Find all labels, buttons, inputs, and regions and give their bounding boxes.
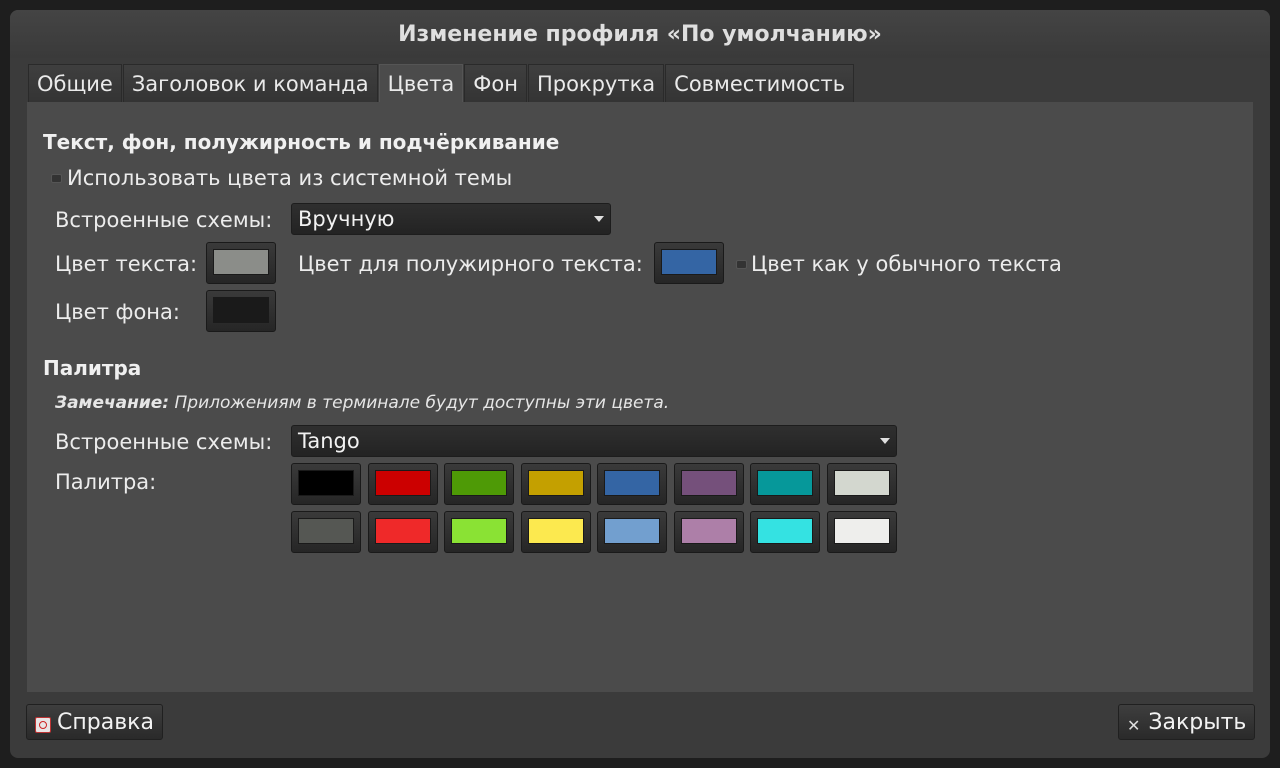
palette-color-swatch: [451, 518, 507, 544]
palette-color-button-14[interactable]: [673, 511, 744, 553]
text-color-label: Цвет текста:: [55, 252, 198, 276]
palette-color-swatch: [833, 470, 890, 496]
chevron-down-icon: [880, 438, 890, 444]
help-icon: [35, 717, 51, 733]
tab-bar: Общие Заголовок и команда Цвета Фон Прок…: [28, 64, 855, 102]
palette-color-swatch: [604, 518, 660, 544]
palette-color-button-16[interactable]: [826, 511, 897, 553]
palette-color-swatch: [757, 470, 813, 496]
colors-panel: Текст, фон, полужирность и подчёркивание…: [27, 102, 1253, 692]
palette-color-swatch: [604, 470, 660, 496]
bold-color-swatch: [661, 249, 717, 275]
bold-color-button[interactable]: [654, 242, 724, 284]
text-schemes-combo[interactable]: Вручную: [291, 203, 611, 235]
close-label: Закрыть: [1148, 709, 1247, 735]
text-color-swatch: [213, 249, 269, 275]
tab-scrolling[interactable]: Прокрутка: [527, 64, 665, 102]
palette-color-button-8[interactable]: [826, 463, 897, 505]
use-system-colors-label: Использовать цвета из системной темы: [67, 166, 513, 190]
palette-color-swatch: [680, 518, 737, 544]
palette-color-swatch: [374, 518, 431, 544]
tab-compatibility[interactable]: Совместимость: [665, 64, 855, 102]
tab-general[interactable]: Общие: [28, 64, 122, 102]
tab-background[interactable]: Фон: [464, 64, 527, 102]
window-title: Изменение профиля «По умолчанию»: [10, 10, 1270, 58]
profile-preferences-dialog: Изменение профиля «По умолчанию» Общие З…: [10, 10, 1270, 758]
palette-heading: Палитра: [43, 356, 142, 380]
help-label: Справка: [57, 709, 154, 735]
palette-color-swatch: [374, 470, 431, 496]
palette-color-swatch: [298, 518, 354, 544]
palette-color-swatch: [757, 518, 813, 544]
palette-color-button-4[interactable]: [520, 463, 591, 505]
palette-color-button-11[interactable]: [444, 511, 514, 553]
text-color-button[interactable]: [206, 242, 276, 284]
palette-note-text: Приложениям в терминале будут доступны э…: [169, 393, 670, 413]
palette-color-button-9[interactable]: [291, 511, 361, 553]
same-as-text-checkbox[interactable]: [736, 260, 747, 269]
bold-color-label: Цвет для полужирного текста:: [298, 252, 643, 276]
palette-schemes-value: Tango: [298, 429, 360, 453]
palette-color-button-13[interactable]: [597, 511, 667, 553]
palette-color-swatch: [451, 470, 507, 496]
palette-schemes-combo[interactable]: Tango: [291, 425, 897, 457]
bg-color-button[interactable]: [206, 290, 276, 332]
palette-color-button-1[interactable]: [291, 463, 361, 505]
bg-color-label: Цвет фона:: [55, 300, 180, 324]
same-as-text-label: Цвет как у обычного текста: [751, 252, 1062, 276]
palette-color-button-12[interactable]: [520, 511, 591, 553]
palette-color-button-15[interactable]: [750, 511, 820, 553]
palette-color-swatch: [833, 518, 890, 544]
palette-color-button-2[interactable]: [367, 463, 438, 505]
palette-color-swatch: [527, 470, 584, 496]
bg-color-swatch: [213, 297, 269, 323]
palette-color-swatch: [680, 470, 737, 496]
palette-color-button-6[interactable]: [673, 463, 744, 505]
palette-schemes-label: Встроенные схемы:: [55, 430, 273, 454]
use-system-colors-checkbox[interactable]: [51, 174, 62, 183]
palette-label: Палитра:: [55, 470, 157, 494]
text-schemes-value: Вручную: [298, 207, 395, 231]
palette-color-swatch: [527, 518, 584, 544]
palette-note-bold: Замечание:: [55, 393, 170, 413]
text-colors-heading: Текст, фон, полужирность и подчёркивание: [43, 130, 560, 154]
tab-title-and-command[interactable]: Заголовок и команда: [122, 64, 378, 102]
help-button[interactable]: Справка: [26, 704, 163, 740]
text-schemes-label: Встроенные схемы:: [55, 208, 273, 232]
close-icon: ✕: [1127, 715, 1141, 735]
close-button[interactable]: ✕ Закрыть: [1118, 704, 1256, 740]
palette-color-button-10[interactable]: [367, 511, 438, 553]
palette-color-button-3[interactable]: [444, 463, 514, 505]
chevron-down-icon: [594, 216, 604, 222]
palette-note: Замечание: Приложениям в терминале будут…: [55, 393, 669, 413]
tab-colors[interactable]: Цвета: [378, 64, 464, 102]
palette-color-swatch: [298, 470, 354, 496]
palette-color-button-7[interactable]: [750, 463, 820, 505]
palette-color-button-5[interactable]: [597, 463, 667, 505]
